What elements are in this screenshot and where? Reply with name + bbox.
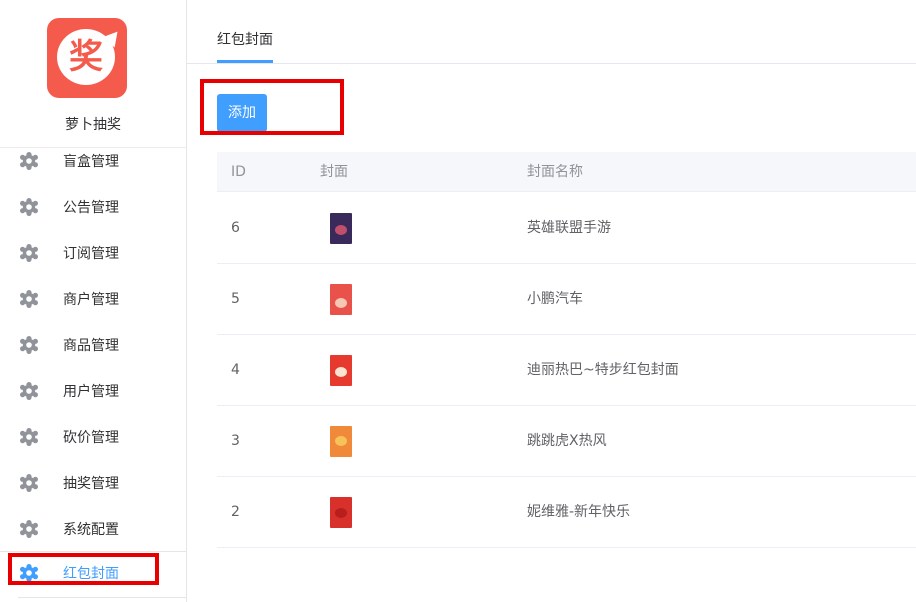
sidebar-item-product[interactable]: 商品管理: [0, 322, 186, 368]
sidebar-item-user[interactable]: 用户管理: [0, 368, 186, 414]
sidebar-item-bargain[interactable]: 砍价管理: [0, 414, 186, 460]
gear-icon: [20, 428, 38, 446]
cell-id: 3: [231, 433, 240, 449]
app-name: 萝卜抽奖: [65, 117, 121, 133]
table-row[interactable]: 5 小鹏汽车: [217, 264, 916, 335]
menu-divider: [18, 597, 186, 598]
table-row[interactable]: 2 妮维雅-新年快乐: [217, 477, 916, 548]
sidebar-item-label: 砍价管理: [63, 430, 119, 446]
gear-icon: [20, 382, 38, 400]
sidebar-item-label: 抽奖管理: [63, 476, 119, 492]
cell-id: 5: [231, 291, 240, 307]
sidebar-item-label: 公告管理: [63, 200, 119, 216]
table-row[interactable]: 6 英雄联盟手游: [217, 193, 916, 264]
gear-icon: [20, 336, 38, 354]
cell-name: 跳跳虎X热风: [527, 433, 607, 449]
cell-id: 4: [231, 362, 240, 378]
sidebar-item-label: 商品管理: [63, 338, 119, 354]
tab-bar: 红包封面: [187, 0, 916, 64]
logo-glyph: 奖: [69, 37, 103, 77]
annotation-box-menu: [8, 553, 159, 585]
tab-active-indicator: [217, 60, 273, 63]
app-logo-icon: 奖: [47, 18, 127, 98]
cell-name: 小鹏汽车: [527, 291, 583, 307]
sidebar-item-blindbox[interactable]: 盲盒管理: [0, 138, 186, 184]
cover-thumbnail-icon[interactable]: [330, 355, 352, 386]
cover-thumbnail-icon[interactable]: [330, 213, 352, 244]
cover-thumbnail-icon[interactable]: [330, 497, 352, 528]
sidebar-item-merchant[interactable]: 商户管理: [0, 276, 186, 322]
sidebar-item-system-config[interactable]: 系统配置: [0, 506, 186, 552]
cell-name: 英雄联盟手游: [527, 220, 611, 236]
column-header-cover: 封面: [320, 164, 348, 180]
gear-icon: [20, 520, 38, 538]
sidebar: 奖 萝卜抽奖 盲盒管理 公告管理 订阅管理 商户管理 商品管理 用户管理 砍价管…: [0, 0, 187, 602]
sidebar-item-lottery[interactable]: 抽奖管理: [0, 460, 186, 506]
table-row[interactable]: 4 迪丽热巴~特步红包封面: [217, 335, 916, 406]
cover-thumbnail-icon[interactable]: [330, 284, 352, 315]
sidebar-item-label: 商户管理: [63, 292, 119, 308]
gear-icon: [20, 290, 38, 308]
cell-name: 迪丽热巴~特步红包封面: [527, 362, 679, 378]
sidebar-item-label: 盲盒管理: [63, 154, 119, 170]
gear-icon: [20, 198, 38, 216]
sidebar-item-label: 系统配置: [63, 522, 119, 538]
sidebar-header: 奖 萝卜抽奖: [0, 0, 186, 148]
cell-id: 2: [231, 504, 240, 520]
cover-thumbnail-icon[interactable]: [330, 426, 352, 457]
gear-icon: [20, 152, 38, 170]
sidebar-item-label: 订阅管理: [63, 246, 119, 262]
cell-name: 妮维雅-新年快乐: [527, 504, 631, 520]
tab-red-packet-cover[interactable]: 红包封面: [217, 0, 273, 64]
table-header: ID 封面 封面名称: [217, 152, 916, 192]
cell-id: 6: [231, 220, 240, 236]
gear-icon: [20, 244, 38, 262]
sidebar-item-announcement[interactable]: 公告管理: [0, 184, 186, 230]
column-header-id: ID: [231, 164, 246, 180]
sidebar-item-subscription[interactable]: 订阅管理: [0, 230, 186, 276]
menu-divider: [0, 551, 186, 552]
gear-icon: [20, 474, 38, 492]
sidebar-item-label: 用户管理: [63, 384, 119, 400]
annotation-box-add: [200, 79, 344, 135]
column-header-name: 封面名称: [527, 164, 583, 180]
table-row[interactable]: 3 跳跳虎X热风: [217, 406, 916, 477]
